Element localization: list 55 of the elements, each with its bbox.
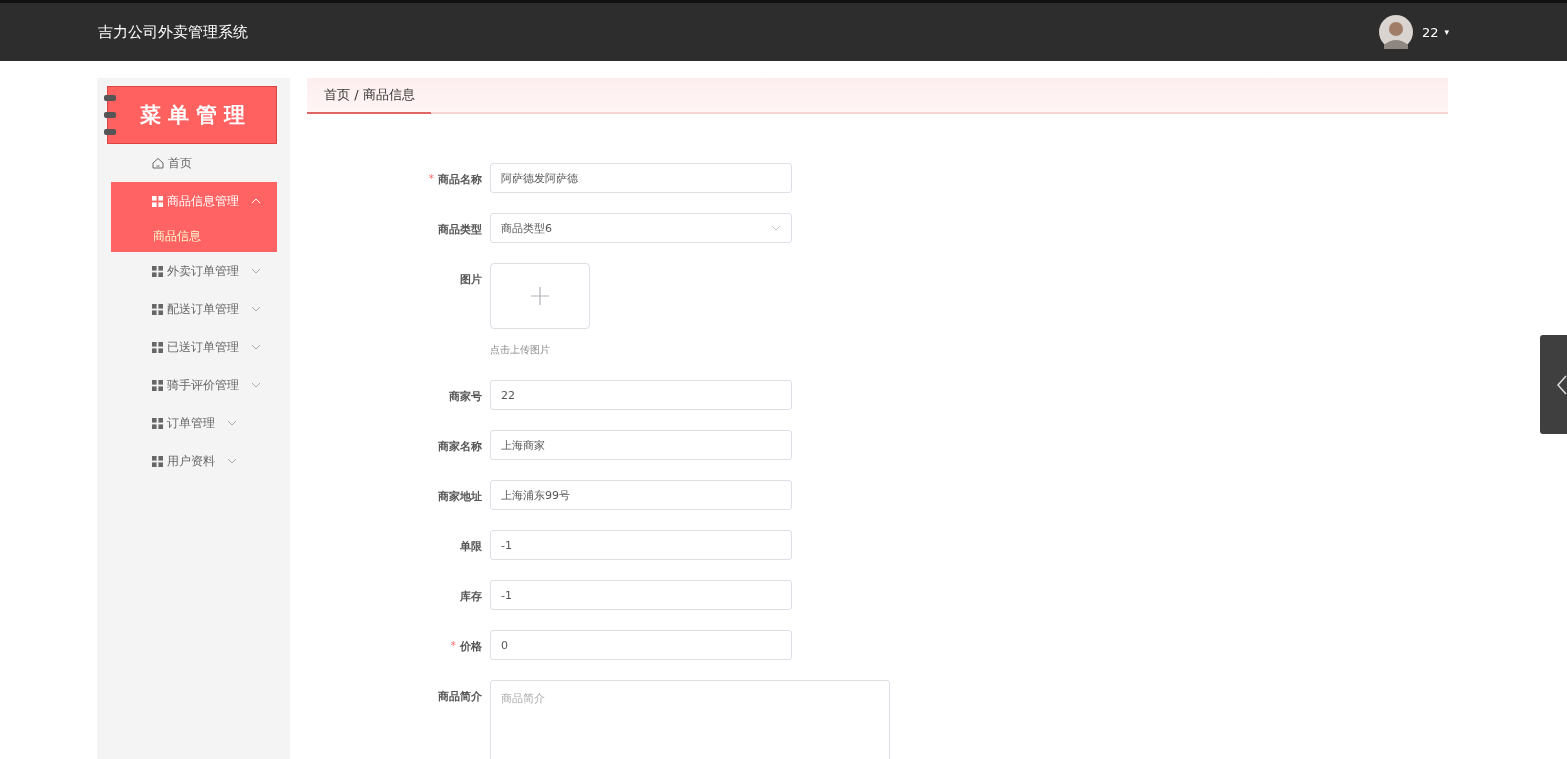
menu-item[interactable]: 首页 [111,144,277,182]
menu-item[interactable]: 用户资料 [111,442,277,480]
avatar-icon[interactable] [1378,15,1413,49]
input-field[interactable]: 阿萨德发阿萨德 [490,163,792,193]
field-label: 商家号 [449,389,482,404]
input-field[interactable]: 0 [490,630,792,660]
home-icon [152,157,164,169]
chevron-icon [227,420,237,426]
grid-icon [152,303,163,315]
chevron-icon [771,225,781,231]
chevron-icon [251,382,261,388]
upload-hint: 点击上传图片 [490,343,551,357]
caret-icon[interactable]: ▾ [1444,27,1449,37]
field-label: 图片 [460,272,482,287]
grid-icon [152,417,163,429]
menu-item[interactable]: 骑手评价管理 [111,366,277,404]
plus-icon [530,286,550,306]
grid-icon [152,341,163,353]
required-mark: * [450,639,456,652]
grid-icon [152,195,163,207]
input-field[interactable]: 上海商家 [490,430,792,460]
field-label: 商家名称 [438,439,482,454]
side-toggle[interactable] [1540,335,1567,434]
input-field[interactable]: -1 [490,580,792,610]
menu-item[interactable]: 已送订单管理 [111,328,277,366]
chevron-icon [251,198,261,204]
select-field[interactable]: 商品类型6 [490,213,792,243]
field-label: 价格 [460,639,482,654]
menu-item[interactable]: 外卖订单管理 [111,252,277,290]
field-label: 商品简介 [438,689,482,704]
input-field[interactable]: -1 [490,530,792,560]
binder-rings-icon [104,93,116,137]
grid-icon [152,379,163,391]
app-title: 吉力公司外卖管理系统 [98,22,248,42]
field-label: 库存 [460,589,482,604]
input-field[interactable]: 上海浦东99号 [490,480,792,510]
upload-box[interactable] [490,263,590,329]
banner-title: 菜单管理 [140,101,252,129]
input-field[interactable]: 22 [490,380,792,410]
field-label: 商家地址 [438,489,482,504]
chevron-icon [251,344,261,350]
field-label: 商品名称 [438,172,482,187]
grid-icon [152,455,163,467]
user-name[interactable]: 22 [1421,24,1439,40]
field-label: 商品类型 [438,222,482,237]
required-mark: * [428,172,434,185]
menu-item[interactable]: 配送订单管理 [111,290,277,328]
menu-item[interactable]: 订单管理 [111,404,277,442]
chevron-icon [227,458,237,464]
chevron-icon [251,306,261,312]
chevron-icon [251,268,261,274]
grid-icon [152,265,163,277]
breadcrumb: 首页 / 商品信息 [307,78,431,114]
chevron-left-icon [1557,374,1567,395]
field-label: 单限 [460,539,482,554]
